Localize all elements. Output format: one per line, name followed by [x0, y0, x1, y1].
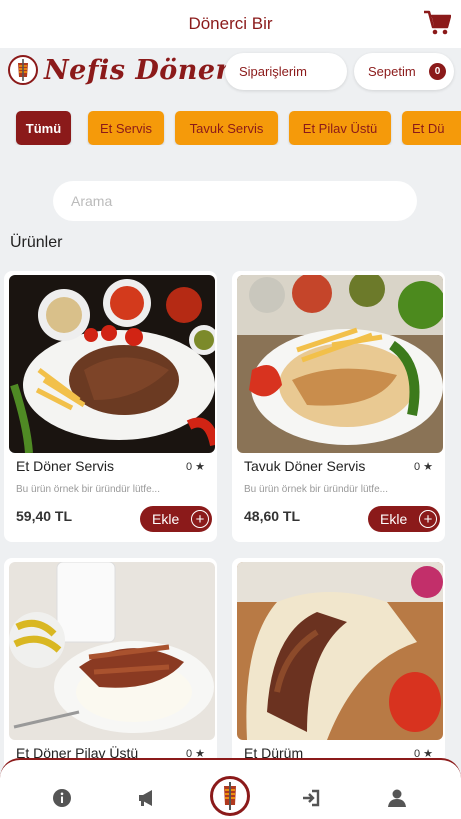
category-tab-meat-service[interactable]: Et Servis — [88, 111, 164, 145]
category-tab-all[interactable]: Tümü — [16, 111, 71, 145]
add-button-label: Ekle — [380, 511, 408, 527]
home-logo-icon[interactable] — [210, 776, 250, 816]
plus-icon: + — [419, 510, 437, 528]
bottom-nav — [0, 758, 461, 819]
category-tab-meat-pilaf[interactable]: Et Pilav Üstü — [289, 111, 391, 145]
product-image — [9, 562, 215, 740]
user-icon[interactable] — [387, 788, 407, 808]
login-icon[interactable] — [301, 788, 321, 808]
cart-icon[interactable] — [423, 9, 451, 37]
brand-name: Nefis Döner — [44, 54, 231, 86]
product-image — [237, 275, 443, 453]
product-name: Tavuk Döner Servis — [244, 458, 366, 474]
product-image — [237, 562, 443, 740]
category-tabs: Tümü Et Servis Tavuk Servis Et Pilav Üst… — [0, 111, 461, 145]
product-description: Bu ürün örnek bir üründür lütfe... — [244, 484, 388, 495]
product-card[interactable]: Et Döner Servis 0 ★ Bu ürün örnek bir ür… — [4, 271, 217, 542]
app-title: Dönerci Bir — [188, 14, 273, 33]
info-icon[interactable] — [52, 788, 72, 808]
add-to-cart-button[interactable]: Ekle + — [140, 506, 212, 532]
section-title: Ürünler — [10, 234, 63, 251]
my-cart-label: Sepetim — [368, 64, 416, 79]
product-price: 48,60 TL — [244, 508, 301, 524]
product-card[interactable]: Tavuk Döner Servis 0 ★ Bu ürün örnek bir… — [232, 271, 445, 542]
product-image — [9, 275, 215, 453]
my-orders-label: Siparişlerim — [239, 64, 307, 79]
plus-icon: + — [191, 510, 209, 528]
cart-count-badge: 0 — [429, 63, 446, 80]
category-tab-meat-wrap[interactable]: Et Dü — [402, 111, 461, 145]
brand: Nefis Döner — [8, 53, 230, 87]
product-description: Bu ürün örnek bir üründür lütfe... — [16, 484, 160, 495]
my-orders-button[interactable]: Siparişlerim — [225, 53, 347, 90]
my-cart-button[interactable]: Sepetim 0 — [354, 53, 454, 90]
megaphone-icon[interactable] — [137, 788, 157, 808]
product-rating: 0 ★ — [413, 461, 433, 473]
top-bar: Dönerci Bir — [0, 0, 461, 48]
doner-logo-icon — [8, 55, 38, 85]
add-button-label: Ekle — [152, 511, 180, 527]
product-price: 59,40 TL — [16, 508, 73, 524]
category-tab-chicken-service[interactable]: Tavuk Servis — [175, 111, 278, 145]
product-rating: 0 ★ — [185, 461, 205, 473]
product-name: Et Döner Servis — [16, 458, 115, 474]
add-to-cart-button[interactable]: Ekle + — [368, 506, 440, 532]
search-input[interactable] — [53, 181, 417, 221]
